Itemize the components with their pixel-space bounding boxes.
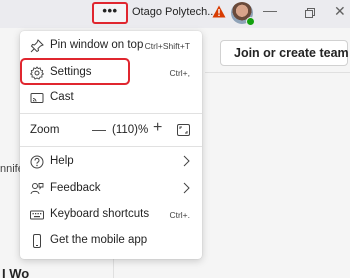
settings-highlight-box	[20, 58, 130, 85]
zoom-label: Zoom	[30, 124, 60, 136]
menu-item-label: Get the mobile app	[50, 234, 148, 246]
zoom-level: (110)%	[112, 124, 149, 136]
help-icon	[30, 155, 44, 169]
menu-item-shortcut: Ctrl+.	[169, 210, 190, 220]
join-or-create-team-button[interactable]: Join or create team	[220, 40, 349, 66]
org-name[interactable]: Otago Polytech...	[132, 6, 216, 18]
menu-separator	[20, 113, 202, 114]
chevron-right-icon	[183, 182, 190, 194]
menu-item-feedback[interactable]: Feedback	[20, 177, 202, 201]
zoom-in-button[interactable]: +	[153, 119, 162, 137]
warning-icon[interactable]	[212, 5, 226, 18]
menu-item-label: Feedback	[50, 182, 101, 194]
avatar[interactable]	[231, 2, 255, 26]
menu-item-help[interactable]: Help	[20, 150, 202, 174]
presence-status-icon	[246, 17, 255, 26]
join-button-label: Join or create team	[234, 46, 349, 60]
zoom-row: Zoom — (110)% +	[20, 118, 202, 142]
feedback-icon	[30, 183, 44, 195]
title-bar: ••• Otago Polytech... — ✕	[0, 0, 350, 28]
menu-item-cast[interactable]: Cast	[20, 86, 202, 110]
menu-item-label: Pin window on top	[50, 39, 144, 51]
menu-item-keyboard-shortcuts[interactable]: Keyboard shortcuts Ctrl+.	[20, 203, 202, 227]
mobile-icon	[33, 234, 41, 248]
menu-separator	[20, 146, 202, 147]
chevron-right-icon	[183, 155, 190, 167]
background-bottom-text: I Wo	[2, 266, 30, 278]
menu-item-shortcut: Ctrl+Shift+T	[144, 41, 190, 51]
close-icon[interactable]: ✕	[334, 3, 346, 20]
cast-icon	[30, 93, 44, 103]
menu-item-pin-window[interactable]: Pin window on top Ctrl+Shift+T	[20, 34, 202, 58]
menu-item-get-mobile-app[interactable]: Get the mobile app	[20, 229, 202, 253]
menu-item-label: Cast	[50, 91, 74, 103]
menu-item-label: Keyboard shortcuts	[50, 208, 150, 220]
more-dots-icon: •••	[102, 3, 118, 18]
fit-to-window-icon[interactable]	[177, 124, 190, 136]
zoom-out-button[interactable]: —	[92, 121, 106, 137]
pin-icon	[30, 39, 44, 53]
more-options-button[interactable]: •••	[92, 2, 128, 24]
keyboard-icon	[30, 210, 44, 220]
minimize-icon[interactable]: —	[263, 2, 277, 18]
menu-item-label: Help	[50, 155, 74, 167]
panel-divider	[205, 72, 350, 73]
restore-icon[interactable]	[305, 8, 316, 19]
menu-item-shortcut: Ctrl+,	[169, 68, 190, 78]
